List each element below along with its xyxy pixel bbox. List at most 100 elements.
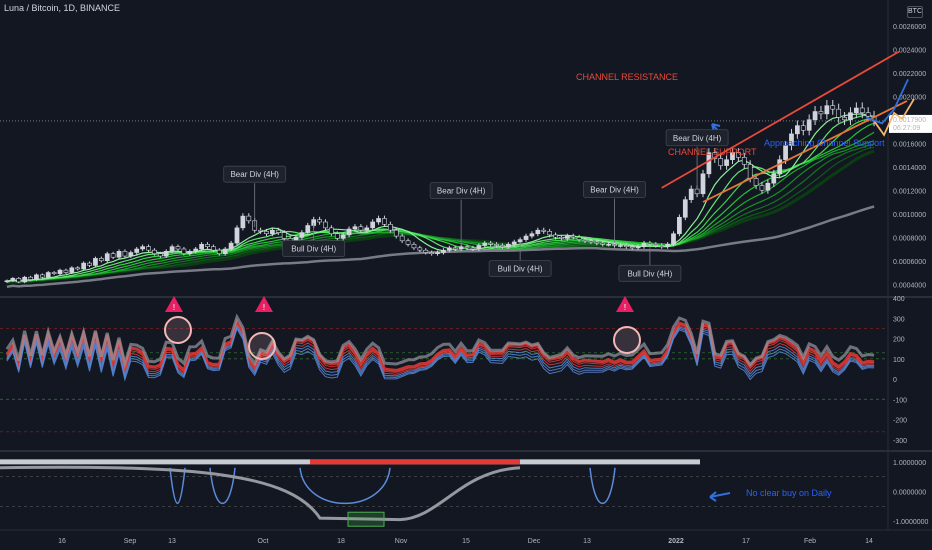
candle-body [812,111,818,121]
candle-body [216,249,222,255]
candle-body [340,234,346,239]
candle-body [865,112,871,117]
osc-tick-label: 400 [893,296,905,303]
candle-body [264,231,269,235]
candle-body [329,227,334,235]
highlight-circle [613,326,641,354]
candle-body [588,240,594,243]
bear-div-label: Bear Div (4H) [673,134,722,143]
signal-gray-line [0,465,521,522]
bear-div-label: Bear Div (4H) [590,185,639,194]
candle-body [688,188,694,200]
candle-body [747,164,753,179]
candle-body [382,218,387,225]
candle-body [405,240,411,245]
candle-body [423,249,429,253]
price-tick-label: 0.0022000 [893,71,926,78]
arrow-icon [709,491,731,502]
candle-body [452,247,458,250]
candle-body [553,234,558,238]
candle-body [677,216,682,235]
candle-body [270,229,275,235]
highlight-circle [164,316,192,344]
candle-body [848,112,853,121]
candle-body [759,185,765,191]
price-tag-countdown: 06:27:09 [893,125,920,132]
candle-body [576,236,582,240]
candle-body [411,244,417,249]
candle-body [523,235,529,240]
candle-body [228,242,234,250]
candle-body [75,267,81,270]
candle-body [482,242,488,246]
candle-body [564,235,570,239]
candle-body [718,158,724,166]
time-tick-label: Dec [528,538,541,545]
candle-body [765,182,771,191]
no-clear-buy-note: No clear buy on Daily [746,488,832,498]
candle-body [387,224,393,231]
candle-body [275,229,281,233]
candle-body [63,269,69,273]
candle-body [470,247,476,250]
signal-dip-line [589,467,616,504]
candle-body [435,252,440,254]
candle-body [281,232,287,239]
bear-div-label: Bear Div (4H) [437,187,486,196]
osc-tick-label: 0 [893,377,897,384]
time-tick-label: Feb [804,538,816,545]
candle-body [352,226,358,230]
chart-canvas[interactable]: 0.00260000.00240000.00220000.00200000.00… [0,0,932,550]
osc-tick-label: 200 [893,337,905,344]
candle-body [169,246,175,252]
candle-body [842,117,847,121]
candle-body [317,219,322,223]
candle-body [641,242,647,247]
candle-body [429,252,435,254]
price-tick-label: 0.0016000 [893,141,926,148]
candle-body [665,244,670,247]
candle-body [393,229,399,237]
candle-body [211,246,216,251]
candle-body [724,159,729,166]
candle-body [240,215,246,229]
warning-mark: ! [624,303,627,312]
highlight-circle [248,332,276,360]
candle-body [635,246,641,249]
signal-dip-line [169,467,186,504]
candle-body [4,280,10,283]
candle-body [694,188,700,195]
candle-body [417,247,423,251]
bull-div-label: Bull Div (4H) [627,269,672,278]
candle-body [594,241,600,244]
signal-dip-line [299,467,391,505]
signal-tick-label: 0.0000000 [893,490,926,497]
candle-body [163,251,169,257]
candle-body [187,251,193,255]
time-tick-label: 13 [583,538,591,545]
candle-body [505,244,511,247]
candle-body [358,226,364,231]
candle-body [671,233,676,245]
candle-body [258,229,263,232]
candle-body [836,108,842,118]
price-tick-label: 0.0026000 [893,24,926,31]
candle-body [682,199,688,218]
candle-body [376,218,381,223]
candle-body [222,248,228,254]
candle-body [830,105,836,110]
candle-body [134,248,140,253]
candle-body [618,245,623,247]
candle-body [853,107,859,113]
candle-body [299,232,305,238]
candle-body [777,159,783,175]
candle-body [193,248,199,252]
time-tick-label: 13 [168,538,176,545]
warning-mark: ! [173,303,176,312]
candle-body [623,245,629,247]
osc-tick-label: -100 [893,397,907,404]
candle-body [128,252,134,257]
candle-body [753,178,759,186]
candle-body [146,246,151,251]
candle-body [488,242,494,245]
